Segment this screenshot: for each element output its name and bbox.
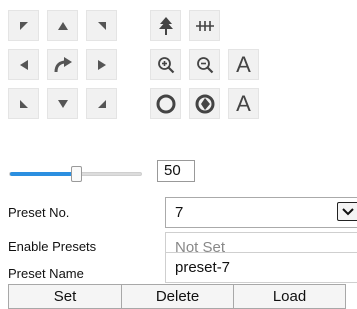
auto-rotate-icon bbox=[54, 56, 72, 72]
iris-close-button[interactable] bbox=[189, 88, 220, 119]
wiper-icon bbox=[195, 20, 214, 31]
zoom-in-icon bbox=[157, 56, 174, 73]
arrow-up-left-icon bbox=[19, 21, 28, 30]
zoom-out-icon bbox=[196, 56, 213, 73]
letter-a-icon: A bbox=[236, 90, 251, 116]
iris-open-button[interactable] bbox=[150, 88, 181, 119]
set-button[interactable]: Set bbox=[8, 284, 122, 309]
pan-up-left-button[interactable] bbox=[8, 10, 39, 41]
wiper-button[interactable] bbox=[189, 10, 220, 41]
tilt-up-button[interactable] bbox=[47, 10, 78, 41]
zoom-out-button[interactable] bbox=[189, 49, 220, 80]
arrow-up-right-icon bbox=[97, 21, 106, 30]
focus-near-button[interactable]: A bbox=[228, 49, 259, 80]
arrow-right-icon bbox=[97, 59, 106, 70]
iris-close-icon bbox=[195, 94, 214, 113]
chevron-down-icon[interactable] bbox=[337, 202, 357, 221]
enable-presets-label: Enable Presets bbox=[8, 239, 97, 254]
preset-name-label: Preset Name bbox=[8, 266, 84, 281]
delete-button[interactable]: Delete bbox=[121, 284, 234, 309]
speed-slider-fill bbox=[10, 172, 76, 176]
pan-down-left-button[interactable] bbox=[8, 88, 39, 119]
iris-open-icon bbox=[156, 94, 175, 113]
speed-slider[interactable] bbox=[9, 166, 142, 182]
speed-slider-thumb[interactable] bbox=[70, 166, 82, 182]
arrow-left-icon bbox=[19, 59, 28, 70]
letter-a-icon: A bbox=[236, 51, 251, 77]
preset-number-select[interactable]: 7 bbox=[165, 197, 357, 228]
tree-light-icon bbox=[158, 16, 173, 35]
zoom-in-button[interactable] bbox=[150, 49, 181, 80]
pan-left-button[interactable] bbox=[8, 49, 39, 80]
tilt-down-button[interactable] bbox=[47, 88, 78, 119]
load-button[interactable]: Load bbox=[233, 284, 346, 309]
preset-name-input[interactable]: preset-7 bbox=[165, 252, 357, 283]
auto-scan-button[interactable] bbox=[47, 49, 78, 80]
arrow-up-icon bbox=[57, 21, 68, 30]
pan-right-button[interactable] bbox=[86, 49, 117, 80]
focus-far-button[interactable]: A bbox=[228, 88, 259, 119]
arrow-down-right-icon bbox=[97, 99, 106, 108]
arrow-down-icon bbox=[57, 99, 68, 108]
light-button[interactable] bbox=[150, 10, 181, 41]
pan-down-right-button[interactable] bbox=[86, 88, 117, 119]
arrow-down-left-icon bbox=[19, 99, 28, 108]
preset-number-label: Preset No. bbox=[8, 205, 70, 220]
speed-value: 50 bbox=[157, 160, 195, 182]
pan-up-right-button[interactable] bbox=[86, 10, 117, 41]
